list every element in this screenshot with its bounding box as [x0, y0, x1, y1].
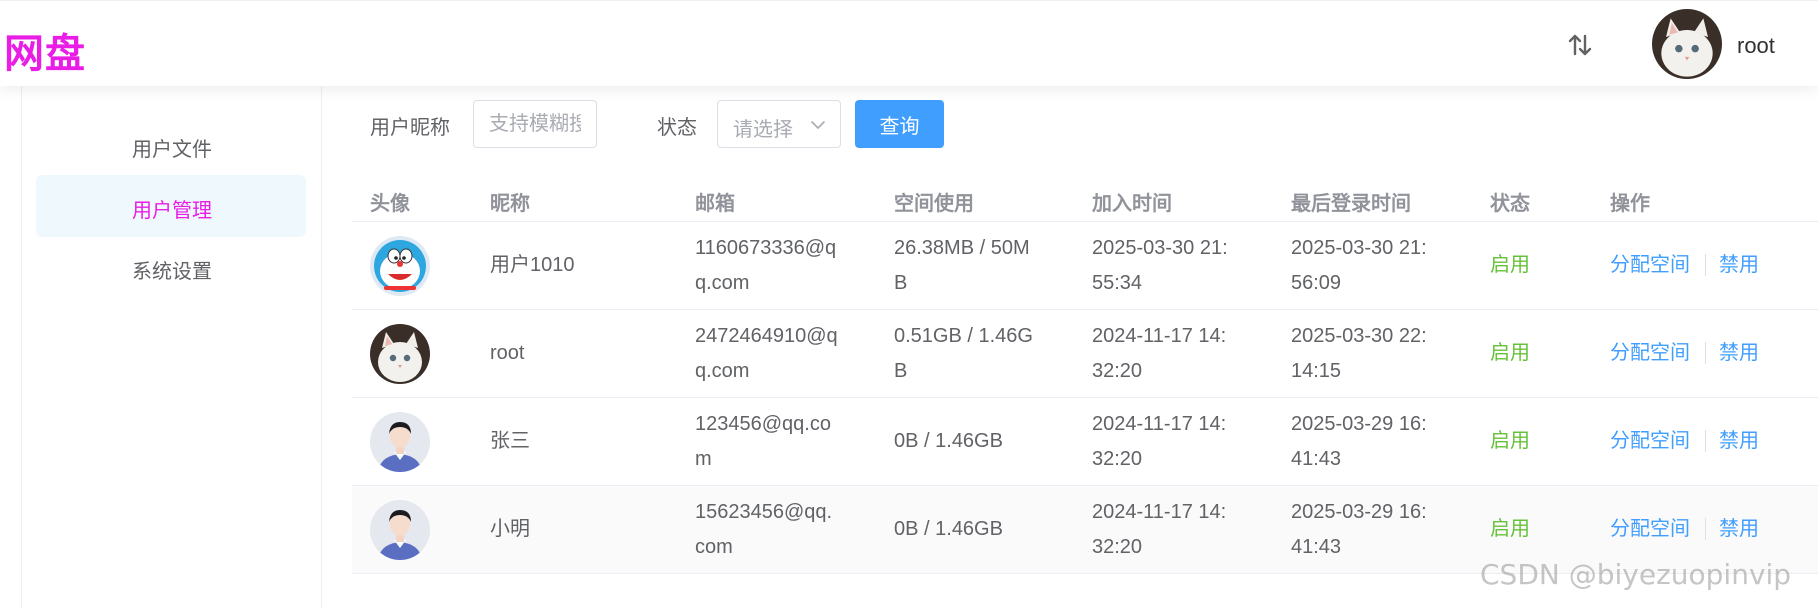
- default-person-avatar-icon: [370, 412, 430, 472]
- top-header: 网盘 root: [0, 0, 1818, 86]
- space-cell: 0B / 1.46GB: [894, 518, 1003, 540]
- table-header-row: 头像 昵称 邮箱 空间使用 加入时间 最后登录时间 状态 操作: [352, 175, 1818, 222]
- join-time-cell: 2024-11-17 14: 32:20: [1092, 325, 1227, 382]
- email-cell: 2472464910@q q.com: [695, 325, 838, 382]
- table-row: root 2472464910@q q.com 0.51GB / 1.46G B…: [352, 310, 1818, 398]
- status-badge: 启用: [1490, 342, 1530, 364]
- email-cell: 15623456@qq. com: [695, 501, 833, 558]
- column-header-avatar: 头像: [370, 193, 410, 215]
- allocate-space-link[interactable]: 分配空间: [1610, 424, 1690, 459]
- cat-avatar-icon: [1652, 9, 1722, 79]
- action-divider: [1705, 342, 1706, 364]
- sort-arrows-icon: [1568, 34, 1592, 56]
- default-person-avatar-icon: [370, 500, 430, 560]
- sidebar-item-label: 系统设置: [132, 261, 212, 283]
- last-login-cell: 2025-03-30 21: 56:09: [1291, 237, 1427, 294]
- nickname-cell: root: [490, 342, 525, 364]
- column-header-last-login: 最后登录时间: [1291, 193, 1411, 215]
- column-header-email: 邮箱: [695, 193, 735, 215]
- allocate-space-link[interactable]: 分配空间: [1610, 336, 1690, 371]
- column-header-join-time: 加入时间: [1092, 193, 1172, 215]
- last-login-cell: 2025-03-29 16: 41:43: [1291, 413, 1427, 470]
- status-badge: 启用: [1490, 254, 1530, 276]
- space-cell: 26.38MB / 50M B: [894, 237, 1030, 294]
- column-header-status: 状态: [1490, 193, 1530, 215]
- allocate-space-link[interactable]: 分配空间: [1610, 512, 1690, 547]
- last-login-cell: 2025-03-29 16: 41:43: [1291, 501, 1427, 558]
- user-avatar[interactable]: [1652, 9, 1722, 79]
- nickname-cell: 张三: [490, 430, 530, 452]
- email-cell: 1160673336@q q.com: [695, 237, 837, 294]
- table-row: 用户1010 1160673336@q q.com 26.38MB / 50M …: [352, 222, 1818, 310]
- join-time-cell: 2024-11-17 14: 32:20: [1092, 501, 1227, 558]
- users-table: 头像 昵称 邮箱 空间使用 加入时间 最后登录时间 状态 操作 用户1010 1…: [352, 175, 1818, 574]
- doraemon-avatar-icon: [370, 236, 430, 296]
- status-select-placeholder: 请选择: [733, 119, 793, 141]
- column-header-actions: 操作: [1610, 193, 1650, 215]
- status-filter-label: 状态: [657, 117, 697, 139]
- disable-link[interactable]: 禁用: [1719, 248, 1759, 283]
- join-time-cell: 2025-03-30 21: 55:34: [1092, 237, 1228, 294]
- last-login-cell: 2025-03-30 22: 14:15: [1291, 325, 1427, 382]
- disable-link[interactable]: 禁用: [1719, 512, 1759, 547]
- status-select[interactable]: 请选择: [717, 100, 841, 148]
- nickname-search-input[interactable]: [473, 100, 597, 148]
- nickname-cell: 小明: [490, 518, 530, 540]
- column-header-space: 空间使用: [894, 193, 974, 215]
- chevron-down-icon: [811, 121, 825, 129]
- cat-avatar-icon: [370, 324, 430, 384]
- sidebar-item-label: 用户文件: [132, 139, 212, 161]
- sidebar: 用户文件 用户管理 系统设置: [22, 86, 322, 608]
- email-cell: 123456@qq.co m: [695, 413, 831, 470]
- action-divider: [1705, 518, 1706, 540]
- disable-link[interactable]: 禁用: [1719, 424, 1759, 459]
- table-row: 张三 123456@qq.co m 0B / 1.46GB 2024-11-17…: [352, 398, 1818, 486]
- space-cell: 0B / 1.46GB: [894, 430, 1003, 452]
- sidebar-item-label: 用户管理: [132, 200, 212, 222]
- nickname-cell: 用户1010: [490, 254, 575, 276]
- join-time-cell: 2024-11-17 14: 32:20: [1092, 413, 1227, 470]
- column-header-nickname: 昵称: [490, 193, 530, 215]
- sidebar-item-system-settings[interactable]: 系统设置: [36, 236, 306, 298]
- allocate-space-link[interactable]: 分配空间: [1610, 248, 1690, 283]
- nickname-filter-label: 用户昵称: [370, 117, 450, 139]
- status-badge: 启用: [1490, 518, 1530, 540]
- sidebar-item-user-files[interactable]: 用户文件: [36, 114, 306, 176]
- query-button[interactable]: 查询: [855, 100, 944, 148]
- status-badge: 启用: [1490, 430, 1530, 452]
- action-divider: [1705, 254, 1706, 276]
- disable-link[interactable]: 禁用: [1719, 336, 1759, 371]
- sidebar-item-user-management[interactable]: 用户管理: [36, 175, 306, 237]
- app-logo[interactable]: 网盘: [4, 21, 86, 79]
- left-collapsed-strip: [0, 86, 22, 608]
- table-row: 小明 15623456@qq. com 0B / 1.46GB 2024-11-…: [352, 486, 1818, 574]
- space-cell: 0.51GB / 1.46G B: [894, 325, 1033, 382]
- username-label[interactable]: root: [1737, 33, 1775, 59]
- action-divider: [1705, 430, 1706, 452]
- transfer-button[interactable]: [1556, 25, 1604, 65]
